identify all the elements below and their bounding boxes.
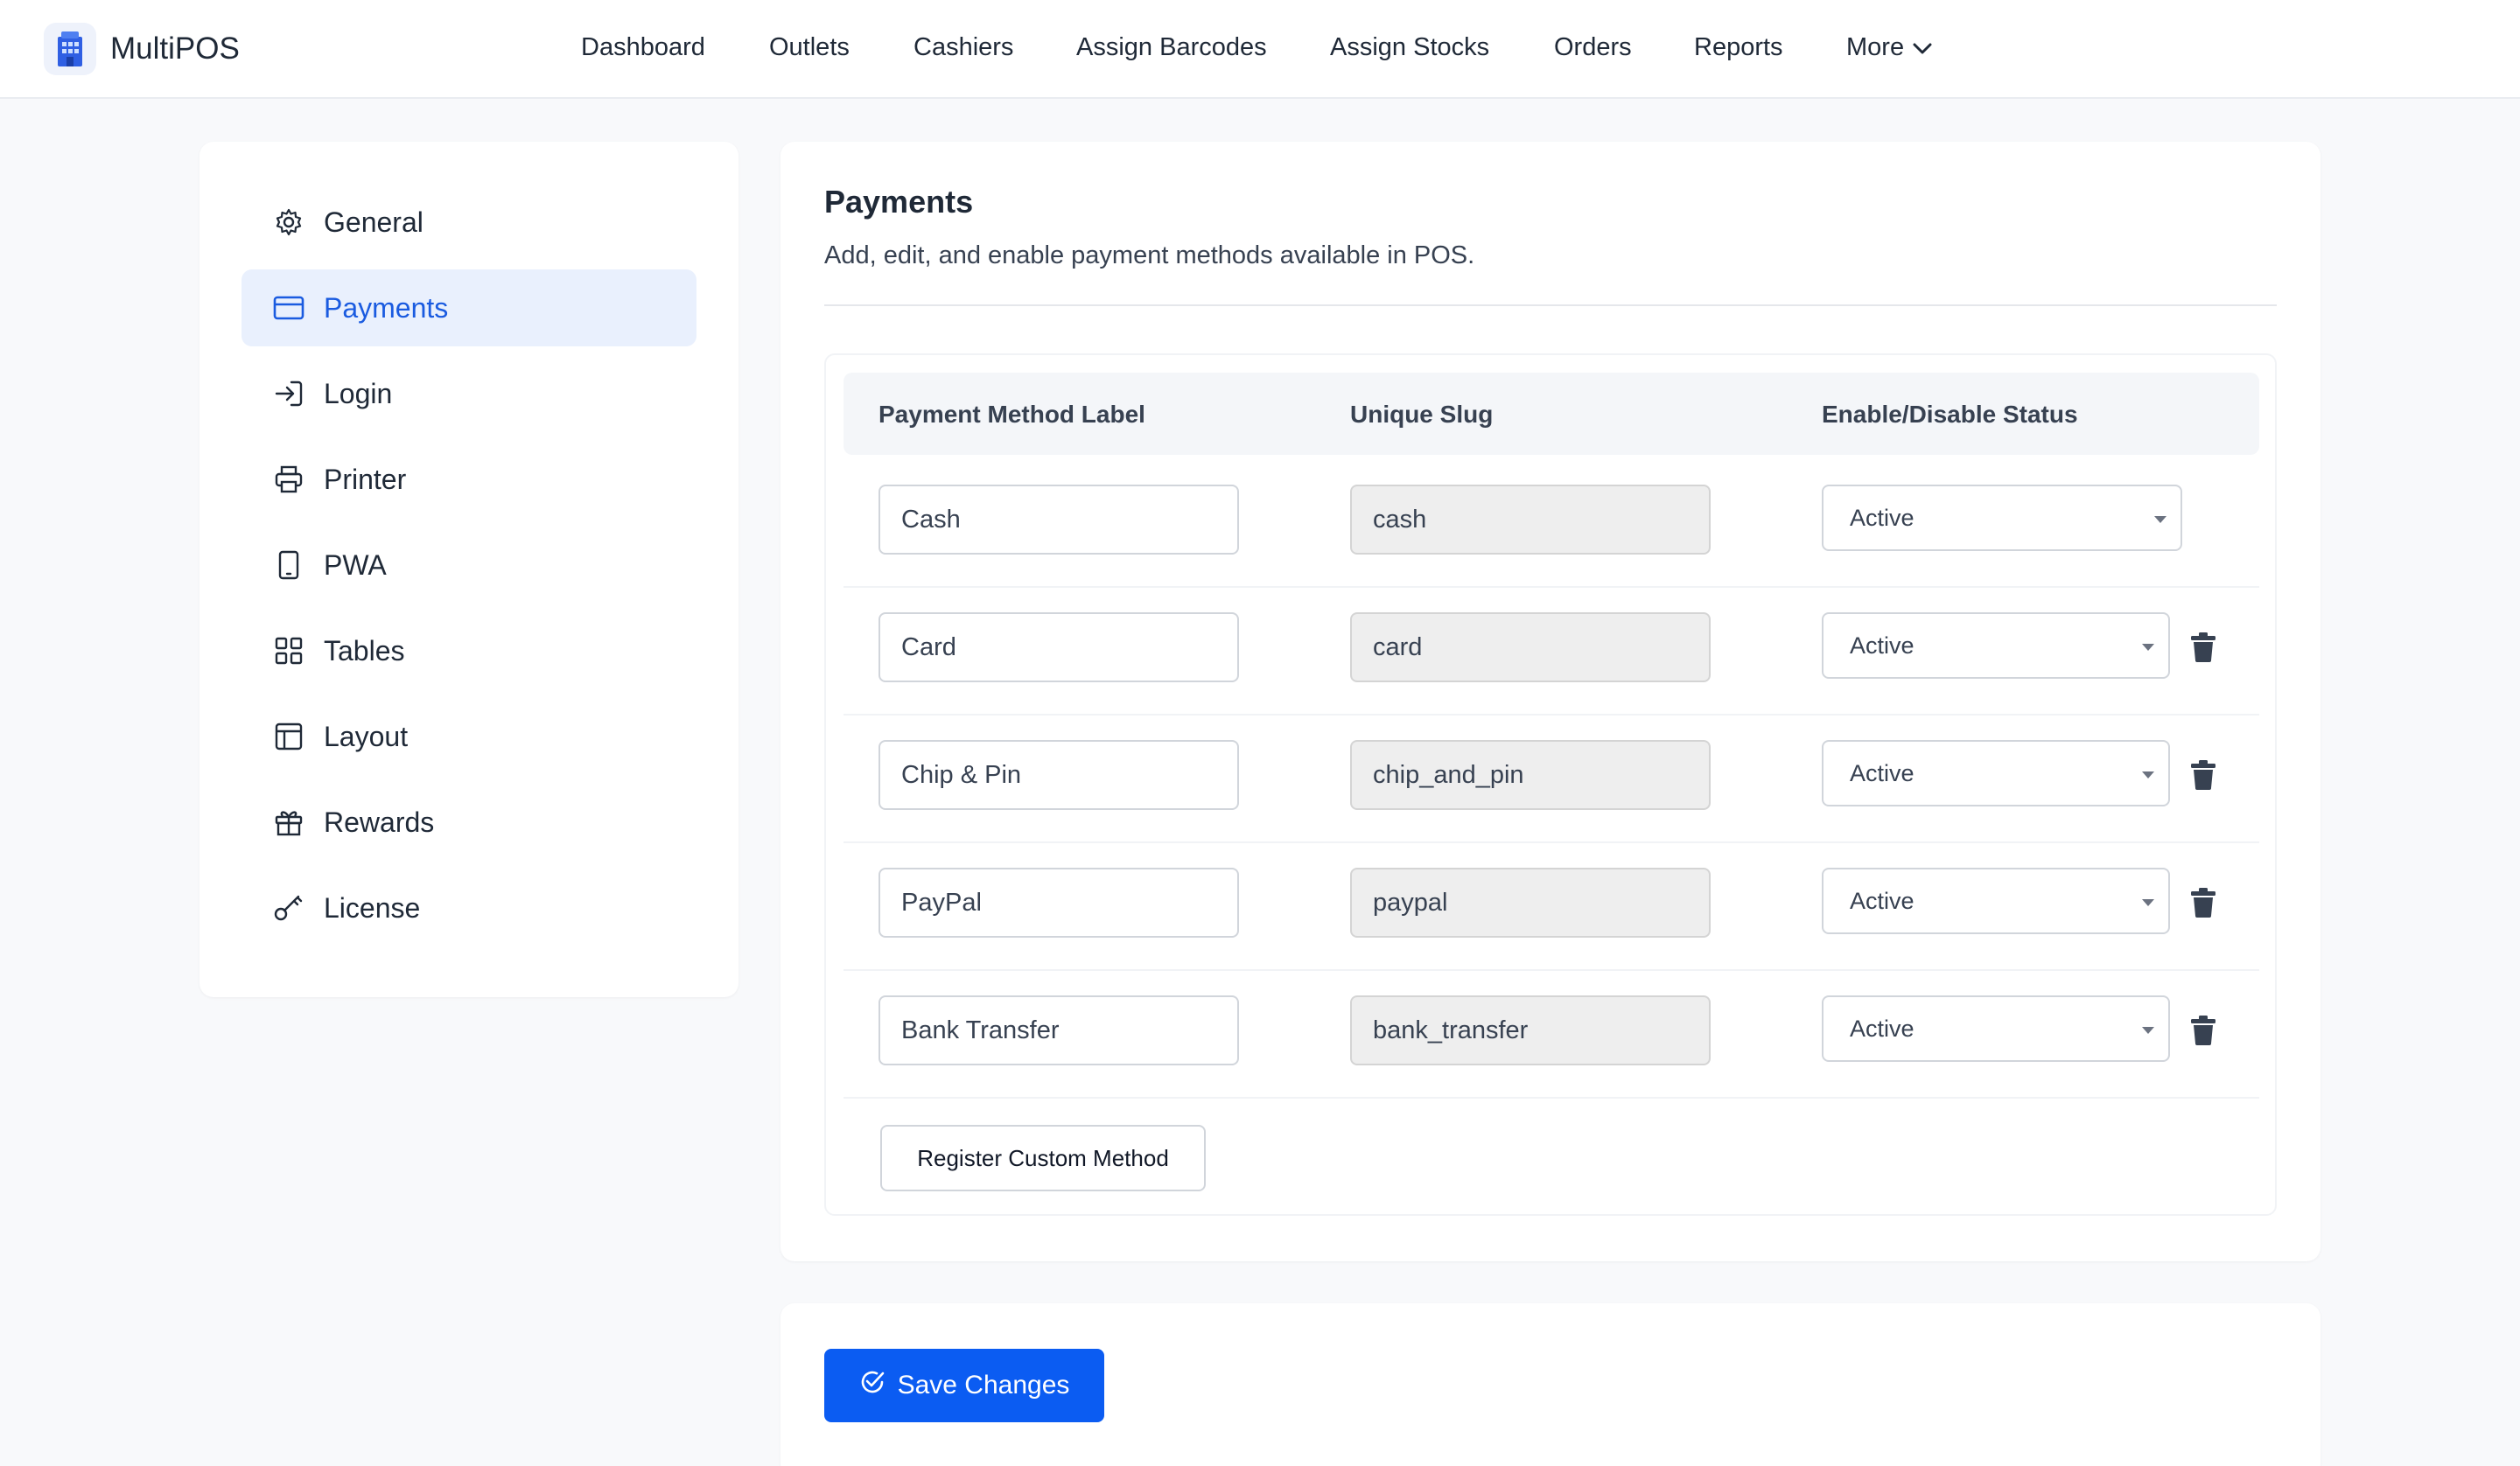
- column-header-label: Payment Method Label: [878, 401, 1145, 428]
- payment-slug-input[interactable]: [1350, 612, 1711, 682]
- table-row: Active: [844, 588, 2259, 716]
- caret-down-icon: [2154, 516, 2166, 523]
- sidebar-item-label: PWA: [324, 548, 387, 581]
- sidebar-item-label: General: [324, 206, 424, 238]
- status-select[interactable]: Active: [1822, 612, 2170, 679]
- save-changes-button[interactable]: Save Changes: [824, 1349, 1104, 1422]
- caret-down-icon: [2142, 771, 2154, 778]
- nav-reports[interactable]: Reports: [1694, 33, 1783, 62]
- status-select-value: Active: [1850, 1015, 1914, 1042]
- status-select-value: Active: [1850, 759, 1914, 786]
- top-navbar: MultiPOS Dashboard Outlets Cashiers Assi…: [0, 0, 2520, 99]
- sidebar-item-tables[interactable]: Tables: [242, 612, 696, 689]
- main-nav: Dashboard Outlets Cashiers Assign Barcod…: [0, 0, 2520, 99]
- divider: [824, 304, 2277, 306]
- sidebar-item-pwa[interactable]: PWA: [242, 527, 696, 604]
- trash-icon[interactable]: [2189, 1015, 2217, 1046]
- payment-label-input[interactable]: [878, 740, 1239, 810]
- settings-sidebar: General Payments Login Printer PWA Table…: [200, 142, 738, 997]
- nav-more-label: More: [1846, 33, 1905, 61]
- nav-assign-stocks[interactable]: Assign Stocks: [1330, 33, 1489, 62]
- payment-label-input[interactable]: [878, 868, 1239, 938]
- printer-icon: [273, 464, 304, 495]
- payment-label-input[interactable]: [878, 995, 1239, 1065]
- sidebar-item-layout[interactable]: Layout: [242, 698, 696, 775]
- nav-assign-barcodes[interactable]: Assign Barcodes: [1076, 33, 1267, 62]
- sidebar-item-label: Login: [324, 377, 393, 409]
- status-select[interactable]: Active: [1822, 995, 2170, 1062]
- nav-orders[interactable]: Orders: [1554, 33, 1632, 62]
- table-header: Payment Method Label Unique Slug Enable/…: [844, 373, 2259, 455]
- sidebar-item-label: Layout: [324, 720, 409, 752]
- status-select[interactable]: Active: [1822, 740, 2170, 806]
- nav-cashiers[interactable]: Cashiers: [914, 33, 1013, 62]
- gear-icon: [273, 206, 304, 238]
- sidebar-item-payments[interactable]: Payments: [242, 269, 696, 346]
- table-row: Active: [844, 843, 2259, 971]
- table-row: Active: [844, 460, 2259, 588]
- sidebar-item-license[interactable]: License: [242, 869, 696, 946]
- status-select[interactable]: Active: [1822, 868, 2170, 934]
- table-row: Active: [844, 971, 2259, 1099]
- chevron-down-icon: [1913, 33, 1932, 62]
- table-row: Active: [844, 716, 2259, 843]
- save-bar: Save Changes: [780, 1303, 2320, 1466]
- register-custom-method-button[interactable]: Register Custom Method: [880, 1125, 1206, 1191]
- page-subtitle: Add, edit, and enable payment methods av…: [824, 241, 1475, 269]
- check-circle-icon: [859, 1369, 886, 1402]
- payment-label-input[interactable]: [878, 612, 1239, 682]
- grid-icon: [273, 635, 304, 667]
- caret-down-icon: [2142, 899, 2154, 906]
- sidebar-item-rewards[interactable]: Rewards: [242, 784, 696, 861]
- caret-down-icon: [2142, 1027, 2154, 1034]
- payments-panel: Payments Add, edit, and enable payment m…: [780, 142, 2320, 1261]
- save-changes-label: Save Changes: [897, 1371, 1070, 1400]
- credit-card-icon: [273, 292, 304, 324]
- login-arrow-icon: [273, 378, 304, 409]
- sidebar-item-label: Tables: [324, 634, 405, 667]
- column-header-slug: Unique Slug: [1350, 401, 1494, 428]
- gift-icon: [273, 806, 304, 838]
- sidebar-item-label: Printer: [324, 463, 407, 495]
- column-header-status: Enable/Disable Status: [1822, 401, 2078, 428]
- mobile-device-icon: [273, 549, 304, 581]
- layout-icon: [273, 721, 304, 752]
- page-title: Payments: [824, 184, 974, 220]
- status-select-value: Active: [1850, 504, 1914, 531]
- sidebar-item-login[interactable]: Login: [242, 355, 696, 432]
- key-icon: [273, 892, 304, 924]
- sidebar-item-printer[interactable]: Printer: [242, 441, 696, 518]
- sidebar-item-general[interactable]: General: [242, 184, 696, 261]
- sidebar-item-label: Payments: [324, 291, 449, 324]
- payment-slug-input[interactable]: [1350, 995, 1711, 1065]
- trash-icon[interactable]: [2189, 632, 2217, 663]
- trash-icon[interactable]: [2189, 887, 2217, 918]
- nav-more[interactable]: More: [1846, 33, 1932, 62]
- status-select[interactable]: Active: [1822, 485, 2182, 551]
- nav-dashboard[interactable]: Dashboard: [581, 33, 705, 62]
- payment-slug-input[interactable]: [1350, 740, 1711, 810]
- payment-label-input[interactable]: [878, 485, 1239, 555]
- trash-icon[interactable]: [2189, 759, 2217, 791]
- payment-slug-input[interactable]: [1350, 868, 1711, 938]
- row-divider: [844, 1097, 2259, 1099]
- nav-outlets[interactable]: Outlets: [769, 33, 850, 62]
- status-select-value: Active: [1850, 632, 1914, 659]
- caret-down-icon: [2142, 644, 2154, 651]
- sidebar-item-label: Rewards: [324, 806, 435, 838]
- payment-slug-input[interactable]: [1350, 485, 1711, 555]
- payment-methods-table: Payment Method Label Unique Slug Enable/…: [824, 353, 2277, 1216]
- status-select-value: Active: [1850, 887, 1914, 914]
- sidebar-item-label: License: [324, 891, 421, 924]
